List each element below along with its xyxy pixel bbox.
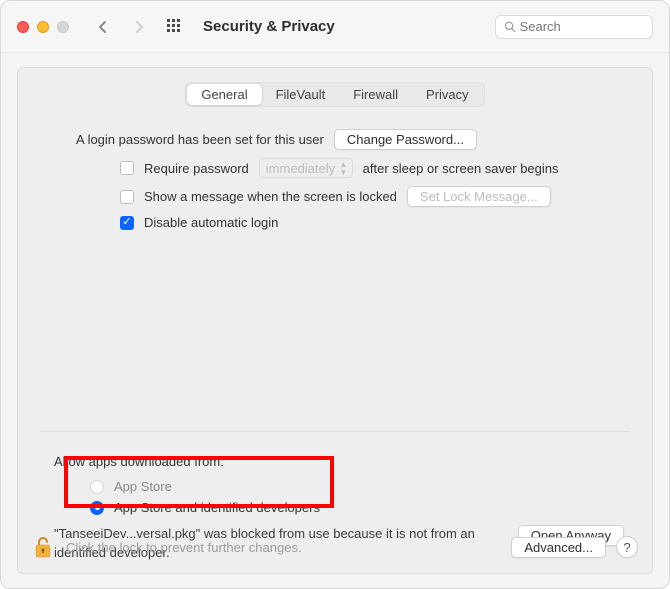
login-section: A login password has been set for this u… — [18, 107, 652, 262]
tabs: General FileVault Firewall Privacy — [18, 82, 652, 107]
search-input[interactable] — [520, 19, 644, 34]
help-button[interactable]: ? — [616, 536, 638, 558]
disable-auto-login-label: Disable automatic login — [144, 215, 278, 230]
set-lock-message-button: Set Lock Message... — [407, 186, 551, 207]
radio-appstore-label: App Store — [114, 479, 172, 494]
tab-firewall[interactable]: Firewall — [339, 84, 412, 105]
tab-privacy[interactable]: Privacy — [412, 84, 483, 105]
password-set-label: A login password has been set for this u… — [76, 132, 324, 147]
tab-filevault[interactable]: FileVault — [262, 84, 340, 105]
forward-button — [125, 15, 153, 39]
window-title: Security & Privacy — [203, 18, 335, 35]
require-password-delay-popup: immediately ▴▾ — [259, 158, 353, 178]
window-controls — [17, 21, 69, 33]
radio-appstore[interactable] — [90, 480, 104, 494]
content-area: General FileVault Firewall Privacy A log… — [1, 53, 669, 588]
lock-open-icon — [34, 535, 54, 559]
require-password-label: Require password — [144, 161, 249, 176]
back-button[interactable] — [89, 15, 117, 39]
minimize-window-button[interactable] — [37, 21, 49, 33]
require-password-after-label: after sleep or screen saver begins — [363, 161, 559, 176]
main-panel: General FileVault Firewall Privacy A log… — [17, 67, 653, 574]
advanced-button[interactable]: Advanced... — [511, 537, 606, 558]
close-window-button[interactable] — [17, 21, 29, 33]
tab-general[interactable]: General — [187, 84, 261, 105]
disable-auto-login-checkbox[interactable] — [120, 216, 134, 230]
show-message-label: Show a message when the screen is locked — [144, 189, 397, 204]
stepper-icon: ▴▾ — [341, 160, 346, 176]
show-all-button[interactable] — [161, 15, 189, 39]
allow-apps-heading: Allow apps downloaded from: — [54, 454, 624, 469]
lock-hint-text: Click the lock to prevent further change… — [66, 540, 501, 555]
require-password-delay-value: immediately — [266, 161, 335, 176]
zoom-window-button — [57, 21, 69, 33]
radio-identified-developers-label: App Store and identified developers — [114, 500, 320, 515]
chevron-left-icon — [98, 20, 108, 34]
footer: Click the lock to prevent further change… — [18, 523, 652, 573]
radio-identified-developers[interactable] — [90, 501, 104, 515]
show-message-checkbox[interactable] — [120, 190, 134, 204]
change-password-button[interactable]: Change Password... — [334, 129, 477, 150]
search-icon — [504, 20, 516, 33]
lock-button[interactable] — [32, 535, 56, 559]
preferences-window: Security & Privacy General FileVault Fir… — [0, 0, 670, 589]
grid-icon — [167, 19, 183, 35]
search-field[interactable] — [495, 15, 653, 39]
chevron-right-icon — [134, 20, 144, 34]
toolbar: Security & Privacy — [1, 1, 669, 53]
require-password-checkbox[interactable] — [120, 161, 134, 175]
